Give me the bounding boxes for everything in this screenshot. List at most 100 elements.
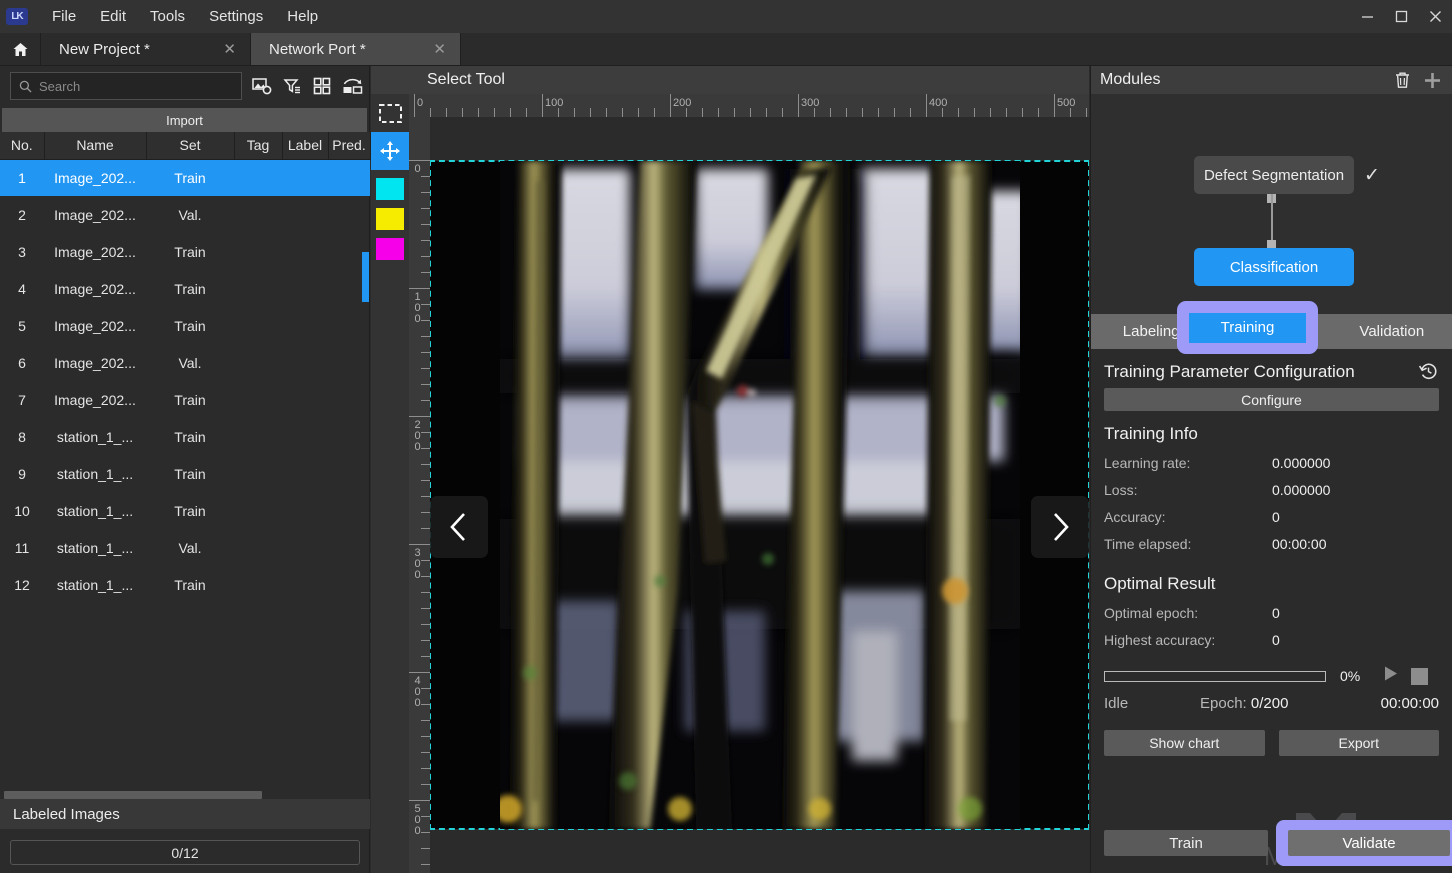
- ruler-tick-major: [414, 94, 415, 117]
- menu-item-file[interactable]: File: [40, 3, 88, 30]
- ruler-tick-minor: [421, 656, 430, 657]
- canvas-tool-title: Select Tool: [371, 66, 1089, 94]
- ruler-tick-minor: [421, 624, 430, 625]
- import-button[interactable]: Import: [2, 108, 367, 132]
- table-row[interactable]: 10 station_1_... Train: [0, 492, 370, 529]
- filter-icon[interactable]: [277, 72, 307, 100]
- modules-graph[interactable]: Defect Segmentation ✓ Classification: [1091, 94, 1452, 314]
- column-header-no[interactable]: No.: [0, 132, 45, 160]
- table-row[interactable]: 3 Image_202... Train: [0, 233, 370, 270]
- image-selection-frame[interactable]: [430, 160, 1089, 830]
- stop-icon[interactable]: [1411, 667, 1428, 685]
- ruler-tick-minor: [421, 208, 430, 209]
- maximize-icon[interactable]: [1384, 0, 1418, 33]
- ruler-label: 300: [801, 97, 820, 109]
- color-swatch-yellow[interactable]: [376, 208, 404, 230]
- table-row[interactable]: 4 Image_202... Train: [0, 270, 370, 307]
- train-button[interactable]: Train: [1104, 830, 1268, 856]
- image-canvas[interactable]: [430, 117, 1089, 873]
- info-value: 0: [1272, 509, 1280, 525]
- ruler-tick-minor: [421, 784, 430, 785]
- color-swatch-cyan[interactable]: [376, 178, 404, 200]
- ruler-tick-minor: [638, 108, 639, 117]
- image-settings-icon[interactable]: [247, 72, 277, 100]
- tab-label: New Project *: [59, 40, 150, 58]
- cell-tag: [234, 529, 282, 566]
- show-chart-button[interactable]: Show chart: [1104, 730, 1265, 756]
- previous-image-button[interactable]: [430, 496, 488, 558]
- close-icon[interactable]: [1418, 0, 1452, 33]
- menu-item-settings[interactable]: Settings: [197, 3, 275, 30]
- cell-pred: [328, 492, 370, 529]
- table-row[interactable]: 7 Image_202... Train: [0, 381, 370, 418]
- configure-button[interactable]: Configure: [1104, 388, 1439, 411]
- ruler-tick-minor: [574, 108, 575, 117]
- export-button[interactable]: Export: [1278, 730, 1439, 756]
- cell-name: station_1_...: [56, 465, 134, 482]
- menu-item-tools[interactable]: Tools: [138, 3, 197, 30]
- panel-tabs: Labeling Validation Training: [1091, 301, 1452, 354]
- ruler-label: 0: [414, 163, 421, 175]
- ruler-tick-minor: [421, 640, 430, 641]
- column-header-pred[interactable]: Pred.: [328, 132, 371, 160]
- next-image-button[interactable]: [1031, 496, 1089, 558]
- history-restore-icon[interactable]: [1418, 361, 1439, 382]
- module-node-classification[interactable]: Classification: [1194, 248, 1354, 286]
- cell-set: Train: [174, 465, 206, 482]
- table-row[interactable]: 9 station_1_... Train: [0, 455, 370, 492]
- ruler-tick-minor: [878, 108, 879, 117]
- minimize-icon[interactable]: [1350, 0, 1384, 33]
- training-progress-bar: [1104, 670, 1326, 682]
- play-icon[interactable]: [1382, 665, 1399, 687]
- ruler-tick-minor: [590, 108, 591, 117]
- ruler-tick-minor: [421, 704, 430, 705]
- table-row[interactable]: 1 Image_202... Train: [0, 159, 370, 196]
- ruler-tick-minor: [782, 108, 783, 117]
- column-header-set[interactable]: Set: [146, 132, 235, 160]
- tab-label: Network Port *: [269, 40, 366, 58]
- ruler-label: 0: [417, 97, 424, 109]
- marquee-select-icon[interactable]: [371, 94, 409, 132]
- color-swatch-magenta[interactable]: [376, 238, 404, 260]
- home-tab-icon[interactable]: [0, 33, 41, 65]
- table-row[interactable]: 8 station_1_... Train: [0, 418, 370, 455]
- tab-validation[interactable]: Validation: [1332, 314, 1452, 349]
- tab-network-port[interactable]: Network Port * ✕: [251, 33, 461, 65]
- module-node-defect-segmentation[interactable]: Defect Segmentation: [1194, 156, 1354, 194]
- column-header-name[interactable]: Name: [44, 132, 147, 160]
- cell-tag: [234, 418, 282, 455]
- cell-set: Val.: [178, 539, 202, 556]
- table-row[interactable]: 5 Image_202... Train: [0, 307, 370, 344]
- table-horizontal-scrollbar[interactable]: [4, 791, 262, 799]
- trash-icon[interactable]: [1394, 71, 1411, 89]
- tab-close-icon[interactable]: ✕: [223, 40, 236, 58]
- move-tool-icon[interactable]: [371, 132, 409, 170]
- menu-item-help[interactable]: Help: [275, 3, 330, 30]
- validate-button[interactable]: Validate: [1288, 830, 1450, 856]
- cell-label: [282, 381, 328, 418]
- cell-pred: [328, 566, 370, 603]
- cell-tag: [234, 307, 282, 344]
- search-input[interactable]: Search: [10, 72, 242, 100]
- cell-label: [282, 529, 328, 566]
- tab-training[interactable]: Training: [1189, 312, 1306, 343]
- table-row[interactable]: 11 station_1_... Val.: [0, 529, 370, 566]
- tab-close-icon[interactable]: ✕: [433, 40, 446, 58]
- swap-view-icon[interactable]: [337, 72, 367, 100]
- table-vertical-scrollbar[interactable]: [362, 252, 369, 302]
- ruler-tick-major: [409, 544, 430, 545]
- plus-icon[interactable]: [1423, 71, 1442, 90]
- grid-view-icon[interactable]: [307, 72, 337, 100]
- menu-item-edit[interactable]: Edit: [88, 3, 138, 30]
- cell-set: Train: [174, 502, 206, 519]
- info-row-learning-rate: Learning rate: 0.000000: [1104, 455, 1439, 471]
- table-row[interactable]: 12 station_1_... Train: [0, 566, 370, 603]
- ruler-tick-major: [409, 416, 430, 417]
- cell-label: [282, 307, 328, 344]
- table-row[interactable]: 2 Image_202... Val.: [0, 196, 370, 233]
- tab-new-project[interactable]: New Project * ✕: [41, 33, 251, 65]
- column-header-tag[interactable]: Tag: [234, 132, 283, 160]
- ruler-tick-minor: [1086, 108, 1087, 117]
- table-row[interactable]: 6 Image_202... Val.: [0, 344, 370, 381]
- column-header-label[interactable]: Label: [282, 132, 329, 160]
